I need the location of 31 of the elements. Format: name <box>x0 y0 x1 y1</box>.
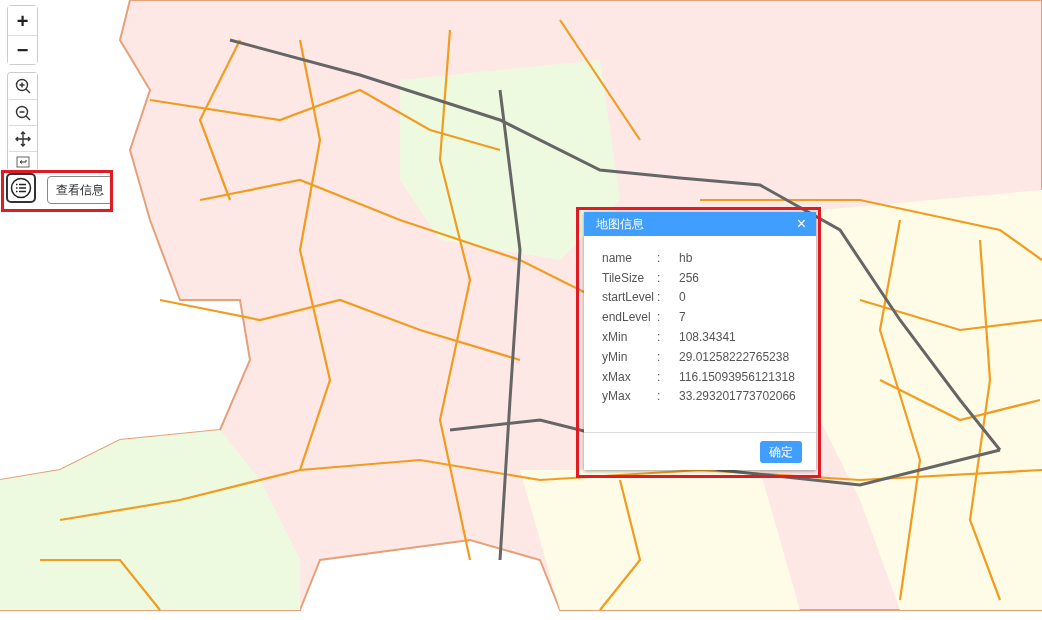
field-label: startLevel <box>602 289 656 307</box>
colon-separator: : <box>657 348 662 366</box>
move-icon <box>14 130 31 147</box>
field-label: yMin <box>602 348 629 366</box>
zoom-out-button[interactable]: − <box>8 35 37 64</box>
info-button[interactable] <box>6 173 36 203</box>
field-label: xMin <box>602 329 629 347</box>
colon-separator: : <box>657 269 662 287</box>
field-label: name <box>602 249 634 267</box>
field-value: 108.34341 <box>679 329 737 347</box>
field-label: TileSize <box>602 269 646 287</box>
field-label: xMax <box>602 368 632 386</box>
colon-separator: : <box>657 309 662 327</box>
colon-separator: : <box>657 368 662 386</box>
field-value: 256 <box>679 269 701 287</box>
field-value: 7 <box>679 309 687 327</box>
field-value: 33.293201773702066 <box>679 388 797 406</box>
field-label: yMax <box>602 388 632 406</box>
zoom-in-icon <box>14 78 31 94</box>
field-label: endLevel <box>602 309 652 327</box>
dialog-title: 地图信息 <box>596 216 644 233</box>
colon-separator: : <box>657 388 662 406</box>
field-value: hb <box>679 249 694 267</box>
field-value: 29.01258222765238 <box>679 348 791 366</box>
colon-separator: : <box>657 329 662 347</box>
list-icon <box>10 177 32 199</box>
zoom-out-icon <box>14 104 31 121</box>
field-value: 0 <box>679 289 687 307</box>
field-value: 116.15093956121318 <box>679 368 796 386</box>
colon-separator: : <box>657 289 662 307</box>
colon-separator: : <box>657 249 662 267</box>
